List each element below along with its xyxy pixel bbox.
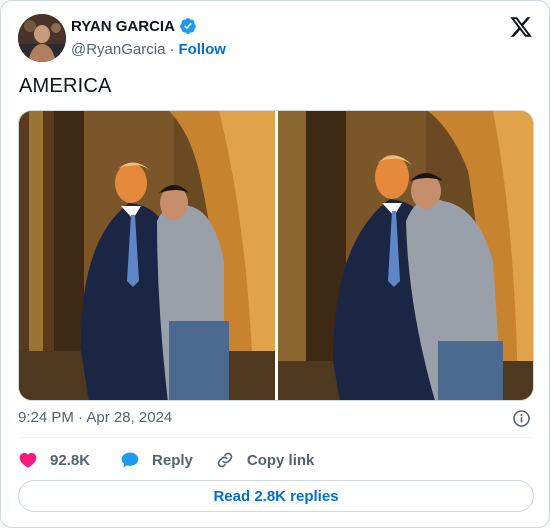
reply-icon <box>121 452 139 468</box>
tweet-card: RYAN GARCIA @RyanGarcia · Follow AMERICA <box>0 0 550 528</box>
link-icon <box>217 452 233 468</box>
separator-dot: · <box>169 41 175 58</box>
photo-left[interactable] <box>19 111 275 400</box>
author-name[interactable]: RYAN GARCIA <box>71 18 175 35</box>
author-name-row: RYAN GARCIA <box>71 17 197 35</box>
reply-label: Reply <box>152 451 193 469</box>
follow-button[interactable]: Follow <box>178 41 226 58</box>
heart-icon <box>19 452 37 468</box>
reply-button[interactable]: Reply <box>120 450 193 470</box>
verified-badge-icon <box>180 18 196 34</box>
read-replies-button[interactable]: Read 2.8K replies <box>18 480 534 512</box>
copy-link-label: Copy link <box>246 451 315 469</box>
like-button[interactable]: 92.8K <box>18 450 90 470</box>
tweet-text: AMERICA <box>19 75 112 97</box>
likes-count: 92.8K <box>50 451 91 469</box>
media-grid <box>18 110 534 401</box>
author-handle-row: @RyanGarcia · Follow <box>71 41 226 58</box>
divider <box>18 437 534 438</box>
x-logo-icon[interactable] <box>509 15 533 39</box>
tweet-timestamp[interactable]: 9:24 PM · Apr 28, 2024 <box>18 409 172 426</box>
author-handle[interactable]: @RyanGarcia <box>71 41 165 58</box>
info-icon[interactable] <box>512 409 531 428</box>
action-bar: 92.8K Reply Copy link <box>18 450 314 470</box>
photo-right[interactable] <box>278 111 533 400</box>
author-avatar[interactable] <box>18 14 66 62</box>
copy-link-button[interactable]: Copy link <box>215 450 315 470</box>
